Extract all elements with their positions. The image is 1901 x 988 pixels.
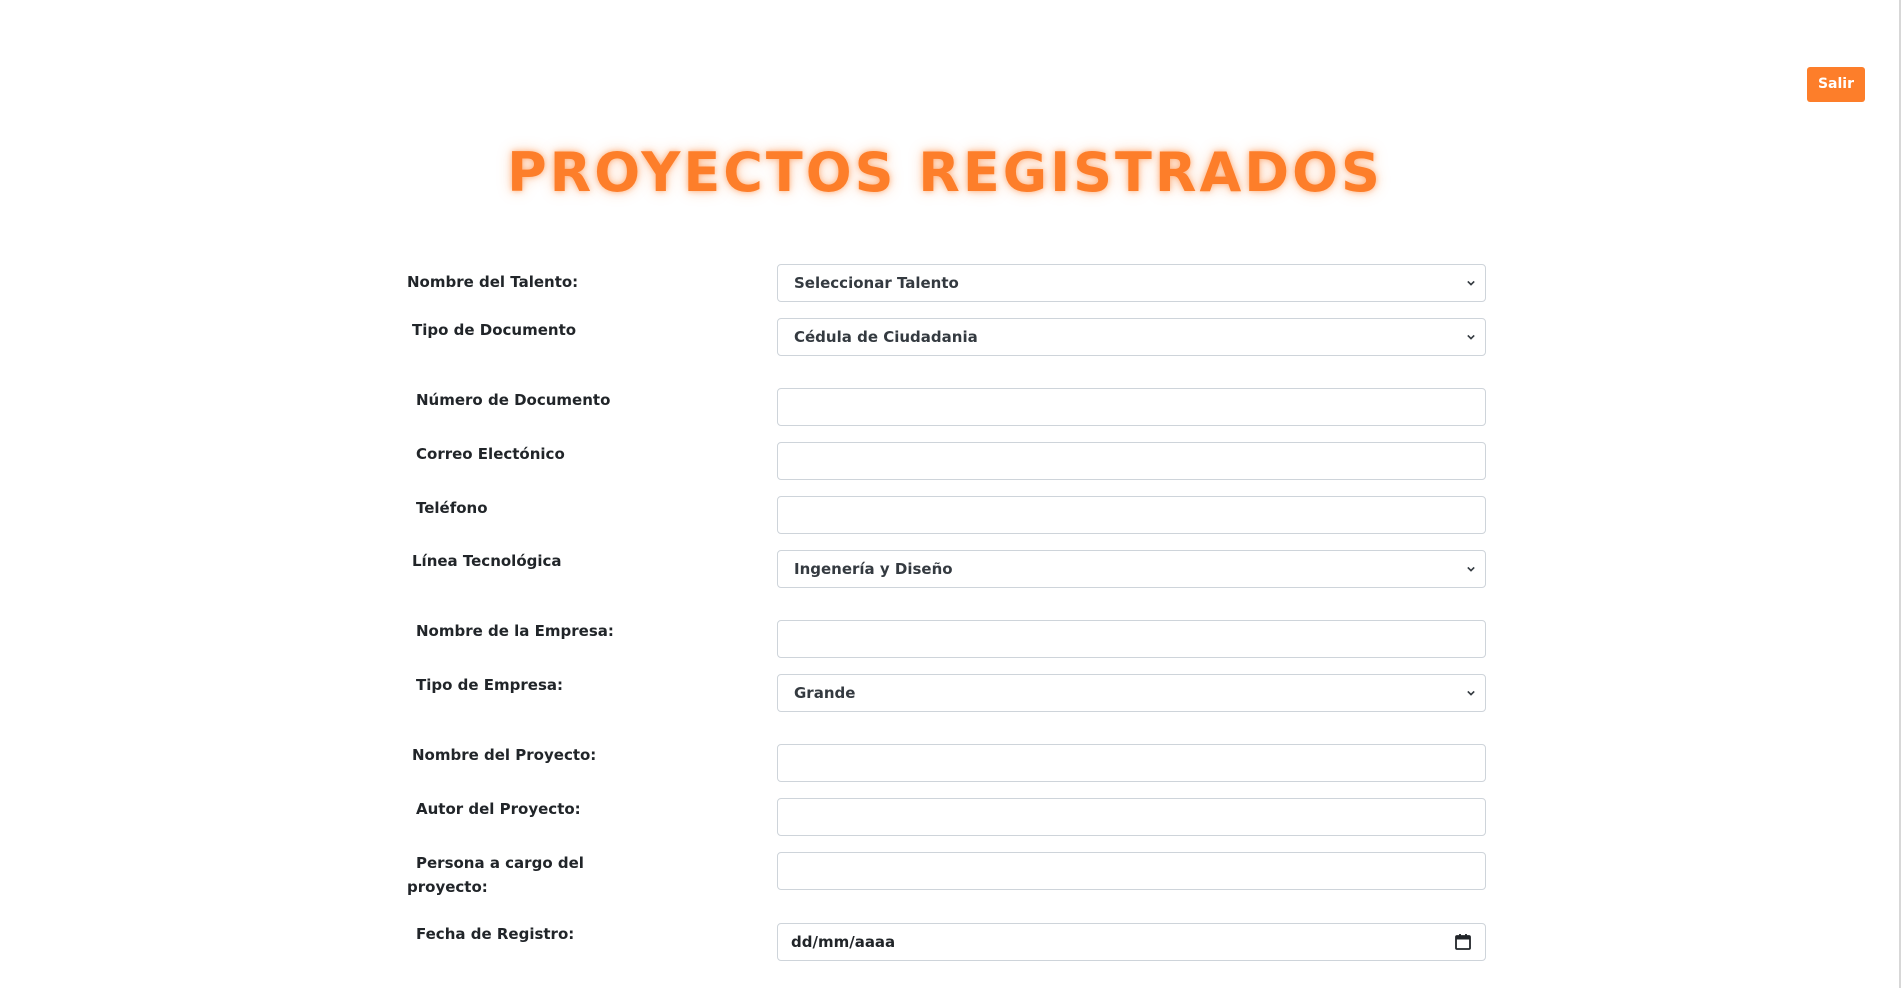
linea-label: Línea Tecnológica	[412, 552, 562, 570]
tipo-empresa-label: Tipo de Empresa:	[416, 676, 564, 694]
tipo-documento-select-value: Cédula de Ciudadania	[794, 328, 978, 346]
talento-label: Nombre del Talento:	[407, 273, 579, 291]
autor-input[interactable]	[777, 798, 1486, 836]
talento-select[interactable]: Seleccionar Talento	[777, 264, 1486, 302]
fecha-placeholder: dd/mm/aaaa	[791, 933, 896, 951]
chevron-down-icon	[1467, 334, 1475, 340]
fecha-date-input[interactable]: dd/mm/aaaa	[777, 923, 1486, 961]
calendar-icon[interactable]	[1454, 933, 1472, 951]
chevron-down-icon	[1467, 690, 1475, 696]
persona-cargo-label-line1: Persona a cargo del	[416, 854, 584, 872]
logout-button[interactable]: Salir	[1807, 67, 1865, 102]
talento-select-value: Seleccionar Talento	[794, 274, 959, 292]
proyecto-label: Nombre del Proyecto:	[412, 746, 597, 764]
tipo-documento-label: Tipo de Documento	[412, 321, 577, 339]
empresa-input[interactable]	[777, 620, 1486, 658]
chevron-down-icon	[1467, 280, 1475, 286]
empresa-label: Nombre de la Empresa:	[416, 622, 614, 640]
tipo-documento-select[interactable]: Cédula de Ciudadania	[777, 318, 1486, 356]
autor-label: Autor del Proyecto:	[416, 800, 581, 818]
proyecto-input[interactable]	[777, 744, 1486, 782]
chevron-down-icon	[1467, 566, 1475, 572]
tipo-empresa-select-value: Grande	[794, 684, 856, 702]
telefono-input[interactable]	[777, 496, 1486, 534]
persona-cargo-label-line2: proyecto:	[407, 878, 488, 896]
numero-documento-label: Número de Documento	[416, 391, 611, 409]
telefono-label: Teléfono	[416, 499, 488, 517]
linea-select-value: Ingenería y Diseño	[794, 560, 953, 578]
linea-select[interactable]: Ingenería y Diseño	[777, 550, 1486, 588]
persona-cargo-input[interactable]	[777, 852, 1486, 890]
tipo-empresa-select[interactable]: Grande	[777, 674, 1486, 712]
numero-documento-input[interactable]	[777, 388, 1486, 426]
correo-label: Correo Electónico	[416, 445, 565, 463]
page-title: PROYECTOS REGISTRADOS	[507, 141, 1383, 204]
fecha-label: Fecha de Registro:	[416, 925, 575, 943]
correo-input[interactable]	[777, 442, 1486, 480]
